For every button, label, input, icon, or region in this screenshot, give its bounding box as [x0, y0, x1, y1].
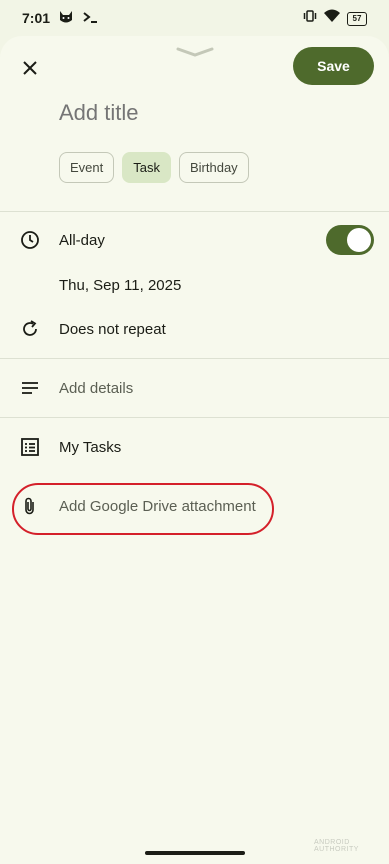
cat-app-icon [58, 10, 74, 29]
wifi-icon [323, 9, 341, 28]
divider [0, 211, 389, 212]
highlight-annotation [12, 483, 274, 535]
chip-task[interactable]: Task [122, 152, 171, 183]
repeat-label: Does not repeat [59, 321, 166, 338]
all-day-row[interactable]: All-day [0, 219, 389, 263]
notes-icon [19, 377, 41, 399]
status-time: 7:01 [22, 10, 51, 26]
terminal-icon [82, 10, 98, 29]
divider [0, 417, 389, 418]
close-icon [22, 60, 38, 81]
vibrate-icon [303, 9, 317, 28]
chip-birthday[interactable]: Birthday [178, 152, 249, 183]
repeat-icon [19, 318, 41, 340]
type-chips: Event Task Birthday [59, 152, 249, 183]
close-button[interactable] [14, 54, 46, 86]
repeat-row[interactable]: Does not repeat [0, 308, 389, 352]
edit-sheet: Save Event Task Birthday All-day Thu, Se… [0, 36, 389, 864]
status-bar: 7:01 57 [0, 0, 389, 36]
divider [0, 358, 389, 359]
save-button[interactable]: Save [293, 47, 374, 85]
task-list-row[interactable]: My Tasks [0, 426, 389, 470]
details-label: Add details [59, 380, 134, 397]
date-label: Thu, Sep 11, 2025 [59, 277, 182, 294]
task-list-icon [19, 436, 41, 458]
clock-icon [19, 229, 41, 251]
task-list-label: My Tasks [59, 439, 122, 456]
date-row[interactable]: Thu, Sep 11, 2025 [0, 264, 389, 308]
all-day-toggle[interactable] [326, 225, 374, 255]
watermark: ANDROID AUTHORITY [314, 839, 359, 853]
details-row[interactable]: Add details [0, 367, 389, 411]
chip-event[interactable]: Event [59, 152, 115, 183]
toggle-knob [347, 228, 371, 252]
title-input[interactable] [59, 97, 359, 129]
drag-handle[interactable] [176, 44, 214, 62]
home-indicator[interactable] [145, 851, 245, 855]
battery-level: 57 [352, 14, 362, 23]
all-day-label: All-day [59, 232, 105, 249]
battery-icon: 57 [347, 11, 367, 26]
